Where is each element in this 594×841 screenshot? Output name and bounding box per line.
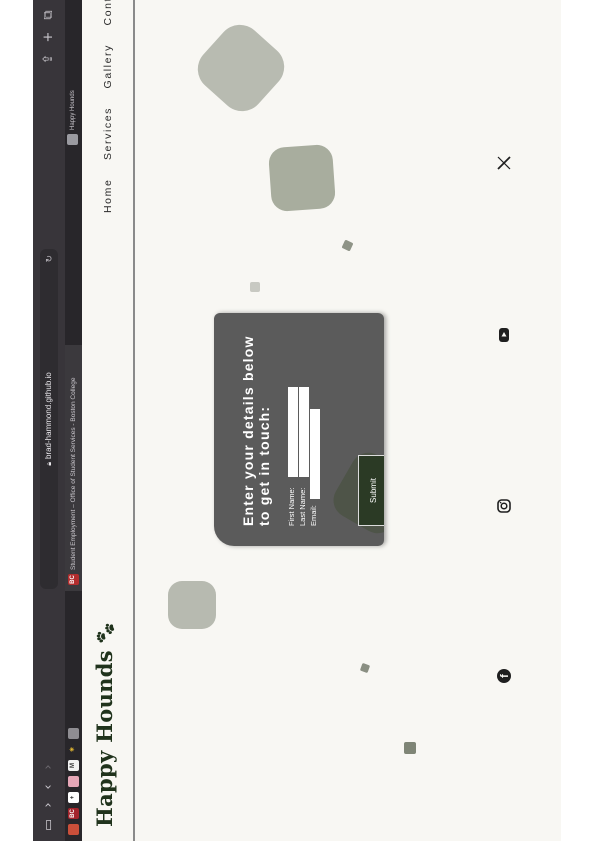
- decorative-blob-4: [250, 282, 260, 292]
- reload-icon[interactable]: ↻: [41, 255, 59, 263]
- nav-home[interactable]: Home: [102, 179, 114, 213]
- form-heading: Enter your details below to get in touch…: [240, 335, 272, 526]
- instagram-icon[interactable]: [496, 497, 514, 515]
- submit-button[interactable]: Submit: [358, 455, 384, 526]
- bookmark-pink-favicon[interactable]: [68, 776, 79, 787]
- decorative-blob-3: [360, 663, 370, 673]
- paw-favicon: [66, 134, 78, 145]
- sidebar-icon[interactable]: ▭: [41, 817, 57, 833]
- lock-icon: 🔒︎: [46, 462, 53, 466]
- tab-bar: BC + M ✳ BCStudent Employment – Office o…: [65, 0, 82, 841]
- bookmark-plus-favicon[interactable]: +: [68, 792, 79, 803]
- header-divider: [133, 0, 135, 841]
- bookmark-favicon[interactable]: [68, 824, 79, 835]
- tab-student-employment[interactable]: BCStudent Employment – Office of Student…: [65, 345, 82, 591]
- decorative-blob-5: [342, 240, 353, 251]
- svg-text:f: f: [499, 674, 511, 678]
- bookmark-m-favicon[interactable]: M: [68, 760, 79, 771]
- email-input[interactable]: [310, 409, 320, 499]
- decorative-blob-1: [168, 581, 216, 629]
- last-name-label: Last Name:: [298, 487, 307, 526]
- nav-gallery[interactable]: Gallery: [102, 44, 114, 88]
- browser-window: ▭ › ‹ › 🔒︎brad-hammond.github.io ↻ ⇪ + ⧉…: [33, 0, 561, 841]
- chevron-down-icon[interactable]: ›: [41, 797, 57, 813]
- back-icon[interactable]: ‹: [41, 779, 57, 795]
- new-tab-icon[interactable]: +: [41, 29, 57, 45]
- bookmark-bc-favicon[interactable]: BC: [68, 808, 79, 819]
- decorative-blob-7: [197, 24, 285, 112]
- last-name-input[interactable]: [299, 387, 309, 477]
- share-icon[interactable]: ⇪: [41, 51, 57, 67]
- nav-services[interactable]: Services: [102, 107, 114, 160]
- email-label: Email:: [309, 505, 318, 526]
- youtube-icon[interactable]: [496, 326, 514, 344]
- first-name-input[interactable]: [288, 387, 298, 477]
- page-content: Happy Hounds🐾︎ Home Services Gallery Con…: [82, 0, 561, 841]
- contact-form-card: Enter your details below to get in touch…: [214, 313, 384, 546]
- x-icon[interactable]: [496, 154, 514, 172]
- browser-toolbar: ▭ › ‹ › 🔒︎brad-hammond.github.io ↻ ⇪ + ⧉: [33, 0, 65, 841]
- bookmark-gray-favicon[interactable]: [68, 728, 79, 739]
- address-bar[interactable]: 🔒︎brad-hammond.github.io ↻: [40, 249, 58, 589]
- paw-icon: 🐾︎: [95, 620, 117, 646]
- bc-favicon: BC: [67, 574, 79, 585]
- decorative-blob-6: [268, 144, 336, 212]
- bookmark-star-favicon[interactable]: ✳: [68, 744, 79, 755]
- site-logo[interactable]: Happy Hounds🐾︎: [92, 621, 117, 827]
- nav-contact[interactable]: Contact: [102, 0, 114, 26]
- facebook-icon[interactable]: f: [496, 667, 514, 685]
- main-nav: Home Services Gallery Contact: [102, 0, 114, 213]
- forward-icon[interactable]: ›: [41, 759, 57, 775]
- tab-happy-hounds[interactable]: Happy Hounds: [65, 90, 82, 145]
- decorative-blob-2: [404, 742, 416, 754]
- first-name-label: First Name:: [287, 487, 296, 526]
- tabs-overview-icon[interactable]: ⧉: [41, 7, 57, 23]
